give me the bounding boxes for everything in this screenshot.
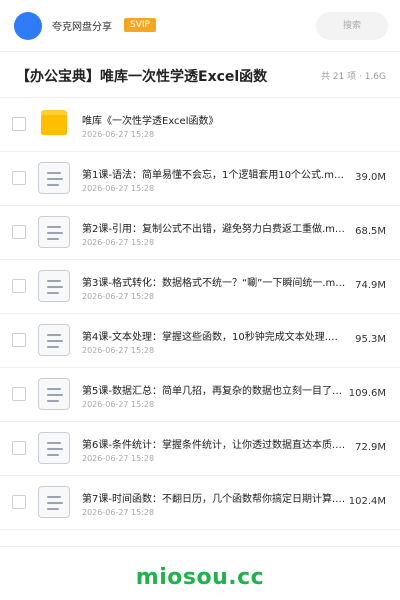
file-date: 2026-06-27 15:28 <box>82 454 155 463</box>
file-checkbox[interactable] <box>12 225 26 239</box>
footer: miosou.cc <box>0 546 400 600</box>
file-date: 2026-06-27 15:28 <box>82 238 155 247</box>
file-row[interactable]: 第1课-语法：简单易懂不会忘，1个逻辑套用10个公式.mp4 2026-06-27… <box>0 152 400 206</box>
file-checkbox[interactable] <box>12 117 26 131</box>
file-name: 第6课-条件统计：掌握条件统计，让你透过数据直达本质.mp4 <box>82 440 346 451</box>
file-date: 2026-06-27 15:28 <box>82 346 155 355</box>
title-row: 【办公宝典】唯库一次性学透Excel函数 共 21 项 · 1.6G <box>0 52 400 98</box>
file-row[interactable]: 第3课-格式转化：数据格式不统一？“唰”一下瞬间统一.mp4 2026-06-27… <box>0 260 400 314</box>
file-row[interactable]: 第2课-引用：复制公式不出错，避免努力白费返工重做.mp4 2026-06-27 … <box>0 206 400 260</box>
site-watermark: miosou.cc <box>135 565 265 590</box>
file-size: 109.6M <box>348 388 386 399</box>
document-icon <box>38 162 70 194</box>
file-name: 第5课-数据汇总：简单几招，再复杂的数据也立刻一目了然.mp4 <box>82 386 346 397</box>
page-title: 【办公宝典】唯库一次性学透Excel函数 <box>16 69 268 85</box>
document-icon <box>38 378 70 410</box>
file-checkbox[interactable] <box>12 387 26 401</box>
document-icon <box>38 216 70 248</box>
folder-icon <box>38 108 70 140</box>
search-input[interactable]: 搜索 <box>316 12 388 40</box>
file-size: 72.9M <box>355 442 386 453</box>
file-name: 第2课-引用：复制公式不出错，避免努力白费返工重做.mp4 <box>82 224 346 235</box>
file-row[interactable]: 第4课-文本处理：掌握这些函数，10秒钟完成文本处理.mp4 2026-06-27… <box>0 314 400 368</box>
document-icon <box>38 324 70 356</box>
file-date: 2026-06-27 15:28 <box>82 508 155 517</box>
file-checkbox[interactable] <box>12 279 26 293</box>
file-row[interactable]: 第6课-条件统计：掌握条件统计，让你透过数据直达本质.mp4 2026-06-27… <box>0 422 400 476</box>
file-name: 第4课-文本处理：掌握这些函数，10秒钟完成文本处理.mp4 <box>82 332 346 343</box>
file-checkbox[interactable] <box>12 333 26 347</box>
file-size: 74.9M <box>355 280 386 291</box>
file-list: 唯库《一次性学透Excel函数》 2026-06-27 15:28 第1课-语法：简… <box>0 98 400 530</box>
file-size: 95.3M <box>355 334 386 345</box>
file-date: 2026-06-27 15:28 <box>82 292 155 301</box>
file-size: 68.5M <box>355 226 386 237</box>
document-icon <box>38 270 70 302</box>
file-name: 唯库《一次性学透Excel函数》 <box>82 116 219 127</box>
file-row[interactable]: 第5课-数据汇总：简单几招，再复杂的数据也立刻一目了然.mp4 2026-06-2… <box>0 368 400 422</box>
file-checkbox[interactable] <box>12 171 26 185</box>
avatar[interactable] <box>14 12 42 40</box>
file-checkbox[interactable] <box>12 441 26 455</box>
file-date: 2026-06-27 15:28 <box>82 400 155 409</box>
app-header: 夸克网盘分享 SVIP 搜索 <box>0 0 400 52</box>
file-checkbox[interactable] <box>12 495 26 509</box>
file-name: 第1课-语法：简单易懂不会忘，1个逻辑套用10个公式.mp4 <box>82 170 346 181</box>
file-size: 102.4M <box>348 496 386 507</box>
file-name: 第3课-格式转化：数据格式不统一？“唰”一下瞬间统一.mp4 <box>82 278 346 289</box>
file-date: 2026-06-27 15:28 <box>82 130 155 139</box>
document-icon <box>38 432 70 464</box>
file-size: 39.0M <box>355 172 386 183</box>
file-row[interactable]: 第7课-时间函数：不翻日历，几个函数帮你搞定日期计算.mp4 2026-06-27… <box>0 476 400 530</box>
file-name: 第7课-时间函数：不翻日历，几个函数帮你搞定日期计算.mp4 <box>82 494 346 505</box>
file-row[interactable]: 唯库《一次性学透Excel函数》 2026-06-27 15:28 <box>0 98 400 152</box>
document-icon <box>38 486 70 518</box>
share-name: 夸克网盘分享 <box>52 22 112 33</box>
svip-badge: SVIP <box>124 18 156 32</box>
file-date: 2026-06-27 15:28 <box>82 184 155 193</box>
item-count-size: 共 21 项 · 1.6G <box>320 72 386 82</box>
